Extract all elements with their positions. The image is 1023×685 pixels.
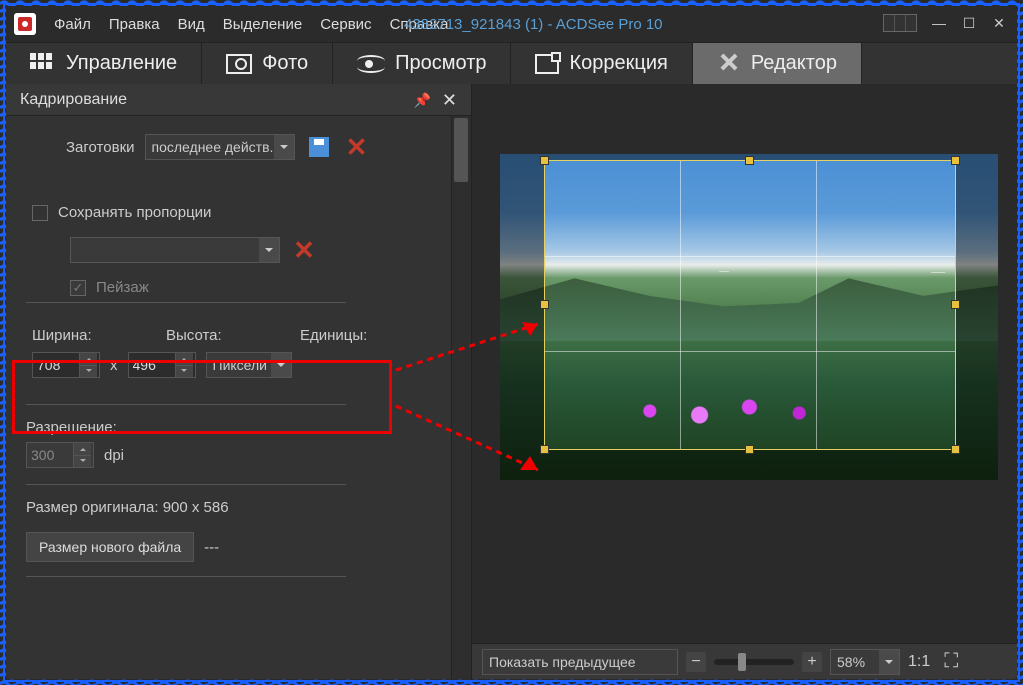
height-label: Высота: [166, 327, 230, 344]
menubar: Файл Правка Вид Выделение Сервис Справка… [6, 6, 1017, 42]
mode-view-label: Просмотр [395, 52, 486, 75]
presets-label: Заготовки [66, 139, 135, 156]
eye-icon [357, 55, 385, 73]
one-to-one-button[interactable]: 1:1 [908, 653, 930, 671]
menu-view[interactable]: Вид [178, 16, 205, 33]
chevron-down-icon[interactable] [274, 135, 294, 159]
resolution-spinbox[interactable] [26, 442, 94, 468]
new-file-size-button[interactable]: Размер нового файла [26, 532, 194, 562]
panel-close-icon[interactable]: ✕ [442, 90, 457, 111]
mode-manage-label: Управление [66, 52, 177, 75]
mode-edit-label: Редактор [751, 52, 837, 75]
new-file-size-value: --- [204, 539, 219, 556]
layout-switcher[interactable] [883, 14, 917, 32]
menu-select[interactable]: Выделение [223, 16, 302, 33]
landscape-checkbox [70, 280, 86, 296]
minimize-icon[interactable]: — [931, 15, 947, 31]
width-input[interactable] [33, 353, 79, 377]
mode-photo[interactable]: Фото [202, 43, 333, 84]
keep-ratio-label: Сохранять пропорции [58, 204, 211, 221]
height-spinbox[interactable] [128, 352, 196, 378]
mode-edit[interactable]: Редактор [693, 43, 862, 84]
crop-handle[interactable] [540, 300, 549, 309]
delete-preset-button[interactable]: ✕ [343, 134, 371, 160]
mode-view[interactable]: Просмотр [333, 43, 511, 84]
crop-handle[interactable] [951, 445, 960, 454]
photo-icon [226, 54, 252, 74]
viewer-statusbar: Показать предыдущее − + 58% 1:1 ⛶ [472, 643, 1017, 679]
resolution-label: Разрешение: [26, 419, 124, 436]
edit-icon [717, 52, 741, 76]
width-label: Ширина: [32, 327, 96, 344]
presets-combo[interactable]: последнее действ. [145, 134, 295, 160]
save-preset-button[interactable] [305, 134, 333, 160]
ratio-combo[interactable] [70, 237, 280, 263]
units-label: Единицы: [300, 327, 367, 344]
document-title: 4382713_921843 (1) - ACDSee Pro 10 [404, 16, 663, 33]
height-input[interactable] [129, 353, 175, 377]
menu-service[interactable]: Сервис [320, 16, 371, 33]
clear-ratio-button[interactable]: ✕ [290, 237, 318, 263]
zoom-slider[interactable] [714, 659, 794, 665]
crop-handle[interactable] [951, 300, 960, 309]
zoom-in-button[interactable]: + [802, 652, 822, 672]
delete-x-icon: ✕ [293, 237, 315, 263]
show-previous-label: Показать предыдущее [489, 654, 636, 670]
crop-handle[interactable] [745, 156, 754, 165]
zoom-combo[interactable]: 58% [830, 649, 900, 675]
original-size-label: Размер оригинала: 900 x 586 [26, 499, 451, 516]
presets-value: последнее действ. [152, 139, 274, 155]
image-viewer: Показать предыдущее − + 58% 1:1 ⛶ [472, 84, 1017, 679]
maximize-icon[interactable]: ☐ [961, 15, 977, 31]
mode-develop[interactable]: Коррекция [511, 43, 692, 84]
mode-tabs: Управление Фото Просмотр Коррекция Редак… [6, 42, 1017, 84]
crop-box[interactable] [544, 160, 956, 450]
width-spinbox[interactable] [32, 352, 100, 378]
chevron-down-icon[interactable] [271, 353, 291, 377]
close-icon[interactable]: ✕ [991, 15, 1007, 31]
spin-down-icon[interactable] [79, 366, 97, 378]
units-value: Пиксели [213, 357, 267, 373]
spin-down-icon[interactable] [175, 366, 193, 378]
fullscreen-icon[interactable]: ⛶ [944, 650, 958, 673]
zoom-value: 58% [837, 654, 865, 670]
develop-icon [535, 54, 559, 74]
chevron-down-icon[interactable] [259, 238, 279, 262]
crop-handle[interactable] [540, 445, 549, 454]
mode-manage[interactable]: Управление [6, 43, 202, 84]
x-separator: x [110, 357, 118, 374]
spin-down-icon[interactable] [73, 456, 91, 468]
pin-icon[interactable]: 📌 [414, 92, 431, 109]
image-canvas[interactable] [500, 154, 998, 480]
mode-develop-label: Коррекция [569, 52, 667, 75]
save-icon [309, 137, 329, 157]
crop-handle[interactable] [540, 156, 549, 165]
app-icon [14, 13, 36, 35]
panel-scrollbar[interactable] [451, 116, 471, 679]
landscape-label: Пейзаж [96, 279, 149, 296]
mode-photo-label: Фото [262, 52, 308, 75]
units-combo[interactable]: Пиксели [206, 352, 292, 378]
menu-file[interactable]: Файл [54, 16, 91, 33]
tool-panel: Кадрирование 📌 ✕ Заготовки последнее дей… [6, 84, 472, 679]
panel-title-label: Кадрирование [20, 91, 127, 109]
show-previous-combo[interactable]: Показать предыдущее [482, 649, 678, 675]
chevron-down-icon[interactable] [879, 650, 899, 674]
delete-x-icon: ✕ [346, 134, 368, 160]
keep-ratio-checkbox[interactable] [32, 205, 48, 221]
spin-up-icon[interactable] [73, 443, 91, 456]
spin-up-icon[interactable] [79, 353, 97, 366]
resolution-input[interactable] [27, 443, 73, 467]
crop-handle[interactable] [951, 156, 960, 165]
spin-up-icon[interactable] [175, 353, 193, 366]
zoom-out-button[interactable]: − [686, 652, 706, 672]
menu-edit[interactable]: Правка [109, 16, 160, 33]
panel-titlebar: Кадрирование 📌 ✕ [6, 84, 471, 116]
dpi-label: dpi [104, 447, 124, 464]
crop-handle[interactable] [745, 445, 754, 454]
